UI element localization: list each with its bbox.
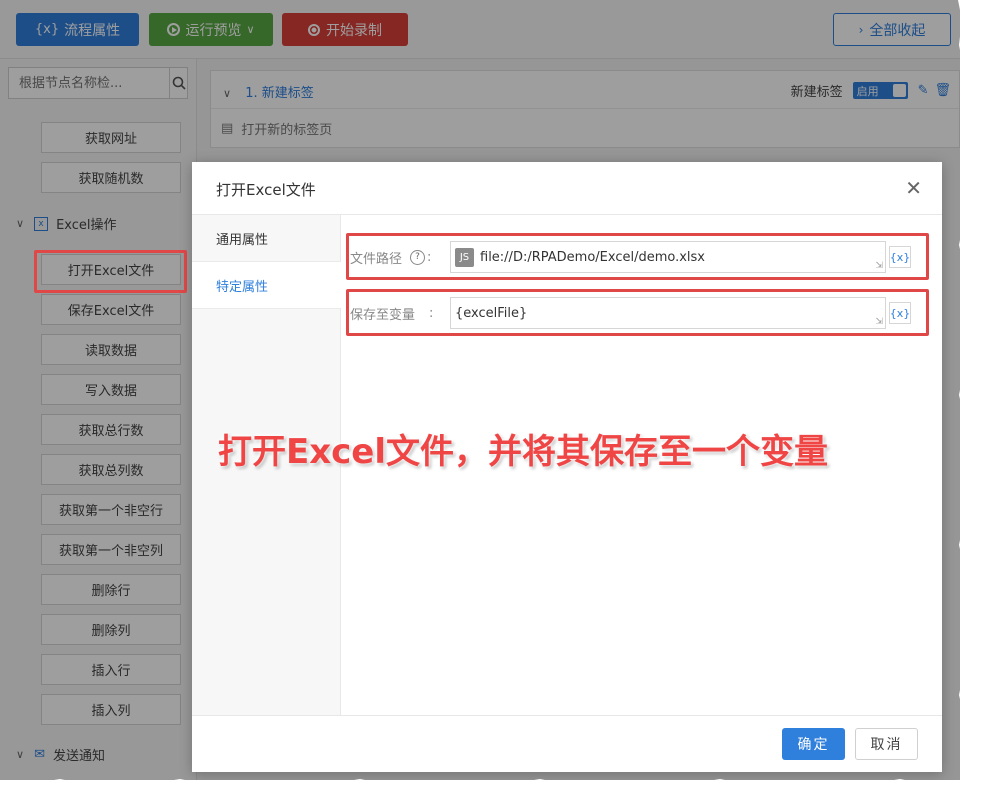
dialog-footer: 确定 取消	[192, 715, 942, 773]
app-window: {x} 流程属性 运行预览 ∨ 开始录制 › 全部收起 获取网址 获取随机数 ∨	[0, 0, 960, 780]
close-icon[interactable]: ✕	[905, 176, 922, 200]
tab-general-properties[interactable]: 通用属性	[192, 215, 340, 262]
tab-specific-properties[interactable]: 特定属性	[192, 262, 341, 309]
annotation-text: 打开Excel文件，并将其保存至一个变量	[218, 432, 829, 472]
ok-button[interactable]: 确定	[782, 728, 845, 760]
torn-edge-right	[958, 0, 989, 805]
dialog-title: 打开Excel文件	[216, 181, 316, 199]
dialog-header: 打开Excel文件 ✕	[192, 162, 942, 215]
save-var-highlight	[346, 289, 929, 336]
file-path-highlight	[346, 233, 929, 280]
sidebar-highlight	[34, 250, 187, 293]
cancel-button[interactable]: 取消	[855, 728, 918, 760]
torn-edge-bottom	[0, 779, 989, 805]
